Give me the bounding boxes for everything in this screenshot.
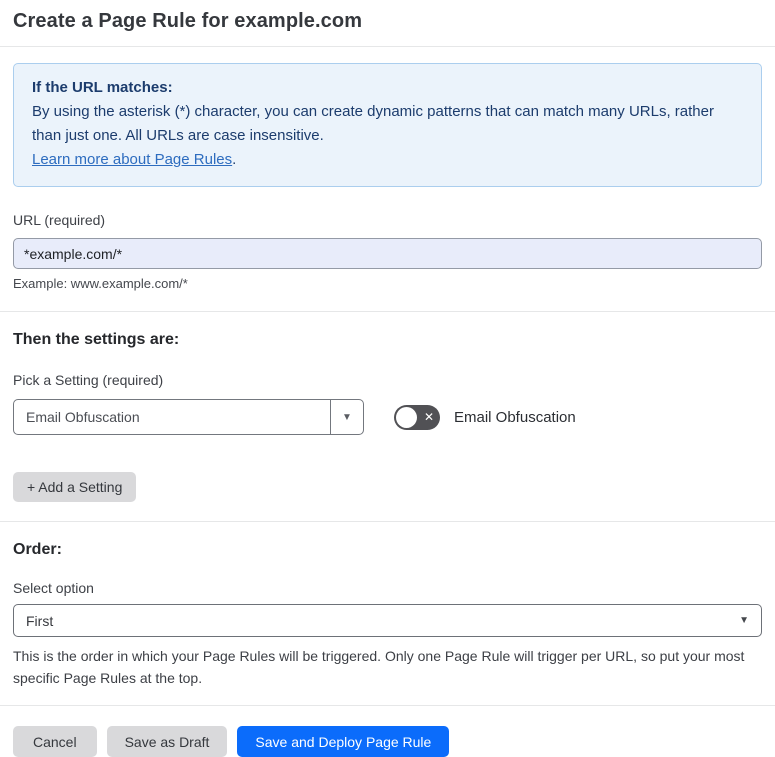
page-rule-form: Create a Page Rule for example.com If th…	[0, 0, 775, 757]
title-divider	[0, 46, 775, 47]
url-input[interactable]	[13, 238, 762, 269]
toggle-label: Email Obfuscation	[454, 408, 576, 426]
order-select[interactable]: First ▼	[13, 604, 762, 637]
setting-select[interactable]: Email Obfuscation ▼	[13, 399, 364, 435]
setting-row: Email Obfuscation ▼ ✕ Email Obfuscation	[13, 399, 762, 435]
order-select-value: First	[26, 612, 54, 629]
settings-heading: Then the settings are:	[13, 331, 180, 348]
notice-link-period: .	[232, 151, 237, 168]
toggle-off-icon: ✕	[423, 410, 434, 424]
notice-body: By using the asterisk (*) character, you…	[32, 103, 714, 144]
section-divider-1	[0, 311, 775, 312]
chevron-down-icon: ▼	[739, 615, 749, 626]
notice-heading: If the URL matches:	[32, 79, 173, 96]
url-match-notice: If the URL matches: By using the asteris…	[13, 63, 762, 187]
email-obfuscation-toggle[interactable]: ✕	[394, 404, 440, 430]
setting-select-caret-button[interactable]: ▼	[330, 400, 363, 434]
url-field-label: URL (required)	[13, 212, 106, 228]
section-divider-2	[0, 521, 775, 522]
toggle-knob	[396, 406, 417, 428]
learn-more-link[interactable]: Learn more about Page Rules	[32, 151, 232, 168]
notice-link-row: Learn more about Page Rules.	[32, 148, 743, 172]
setting-toggle-group: ✕ Email Obfuscation	[394, 404, 576, 430]
add-setting-button[interactable]: + Add a Setting	[13, 472, 137, 502]
footer-divider	[0, 705, 775, 706]
page-title: Create a Page Rule for example.com	[13, 10, 363, 32]
order-help-text: This is the order in which your Page Rul…	[13, 648, 745, 686]
order-heading: Order:	[13, 541, 62, 558]
url-example-text: Example: www.example.com/*	[13, 276, 188, 291]
chevron-down-icon: ▼	[342, 411, 352, 423]
save-and-deploy-button[interactable]: Save and Deploy Page Rule	[237, 726, 450, 757]
pick-setting-label: Pick a Setting (required)	[13, 372, 164, 388]
footer-actions: Cancel Save as Draft Save and Deploy Pag…	[13, 726, 762, 757]
setting-select-value: Email Obfuscation	[26, 409, 140, 425]
save-as-draft-button[interactable]: Save as Draft	[106, 726, 228, 757]
cancel-button[interactable]: Cancel	[13, 726, 97, 757]
order-select-label: Select option	[13, 580, 94, 596]
